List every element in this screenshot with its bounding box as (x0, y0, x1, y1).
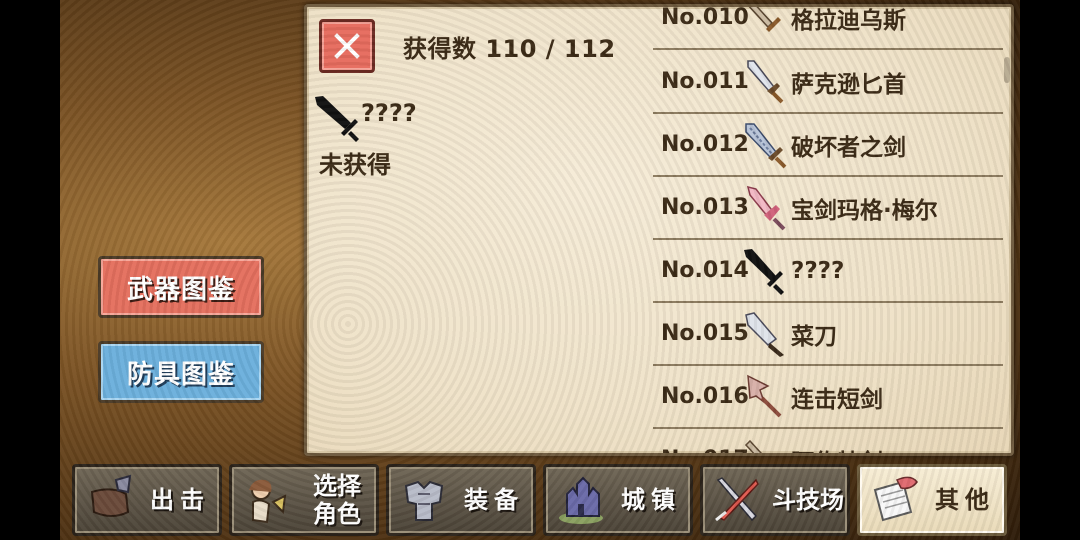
list-item[interactable]: No.017 阿佐特剑 (653, 429, 1003, 454)
item-number: No.010 (661, 7, 749, 30)
item-number: No.015 (661, 321, 749, 346)
nav-label: 其他 (935, 486, 995, 514)
item-name: 连击短剑 (791, 386, 883, 413)
dagger-icon (741, 54, 789, 110)
item-number: No.017 (653, 447, 749, 453)
item-number: No.014 (661, 258, 749, 283)
nav-town-button[interactable]: 城镇 (543, 464, 693, 536)
item-number: No.011 (661, 69, 749, 94)
character-icon (236, 469, 298, 531)
nav-label: 选择 角色 (298, 472, 376, 528)
nav-equip-button[interactable]: 装备 (386, 464, 536, 536)
list-item[interactable]: No.015 菜刀 (653, 303, 1003, 366)
weapon-encyclopedia-button[interactable]: 武器图鉴 (98, 256, 264, 318)
item-name: 萨克逊匕首 (791, 71, 906, 98)
item-name: 菜刀 (791, 323, 837, 350)
nav-label: 城镇 (621, 486, 681, 514)
nav-label-line2: 角色 (313, 500, 361, 528)
item-name: 阿佐特剑 (789, 443, 883, 454)
weapon-name: ???? (361, 99, 417, 127)
close-button[interactable] (319, 19, 375, 73)
list-item[interactable]: No.014 ???? (653, 240, 1003, 303)
item-name: ???? (791, 257, 845, 284)
item-name: 破坏者之剑 (791, 134, 906, 161)
weapon-list[interactable]: No.010 格拉迪乌斯 No.011 萨克逊匕首 No.012 破坏者之剑 N… (653, 7, 1003, 454)
nav-label: 斗技场 (772, 486, 844, 514)
nav-arena-button[interactable]: 斗技场 (700, 464, 850, 536)
item-number: No.016 (661, 384, 749, 409)
close-icon (334, 33, 360, 59)
nav-label-line1: 选择 (313, 472, 361, 500)
castle-icon (550, 469, 612, 531)
list-item[interactable]: No.013 宝剑玛格·梅尔 (653, 177, 1003, 240)
sword-blue-icon (741, 117, 789, 173)
game-screen: 武器图鉴 防具图鉴 获得数 110 / 112 ???? 未获得 No.010 … (60, 0, 1020, 540)
crossed-swords-icon (707, 469, 769, 531)
sword-small-icon (741, 432, 789, 453)
arrowhead-sword-icon (741, 369, 789, 425)
nav-other-button[interactable]: 其他 (857, 464, 1007, 536)
kitchen-knife-icon (741, 306, 789, 362)
nav-sortie-button[interactable]: 出击 (72, 464, 222, 536)
list-item[interactable]: No.011 萨克逊匕首 (653, 51, 1003, 114)
item-number: No.013 (661, 195, 749, 220)
list-item[interactable]: No.012 破坏者之剑 (653, 114, 1003, 177)
item-name: 格拉迪乌斯 (791, 7, 906, 34)
acquired-count: 获得数 110 / 112 (403, 35, 616, 63)
nav-label: 出击 (150, 486, 210, 514)
item-name: 宝剑玛格·梅尔 (791, 197, 938, 224)
nav-label: 装备 (464, 486, 524, 514)
encyclopedia-panel: 获得数 110 / 112 ???? 未获得 No.010 格拉迪乌斯 No.0… (304, 4, 1014, 456)
nav-select-character-button[interactable]: 选择 角色 (229, 464, 379, 536)
armor-encyclopedia-button[interactable]: 防具图鉴 (98, 341, 264, 403)
boot-icon (79, 469, 141, 531)
sword-silhouette-icon (315, 96, 359, 142)
sword-small-icon (741, 7, 789, 46)
scrollbar[interactable] (1004, 57, 1010, 83)
sword-silhouette-icon (741, 243, 789, 299)
sword-pink-icon (741, 180, 789, 236)
list-item[interactable]: No.016 连击短剑 (653, 366, 1003, 429)
scroll-feather-icon (864, 469, 926, 531)
armor-icon (393, 469, 455, 531)
acquisition-status: 未获得 (319, 151, 391, 179)
list-item[interactable]: No.010 格拉迪乌斯 (653, 7, 1003, 50)
bottom-nav: 出击 选择 角色 装备 城镇 斗技场 其他 (60, 462, 1020, 540)
item-number: No.012 (661, 132, 749, 157)
